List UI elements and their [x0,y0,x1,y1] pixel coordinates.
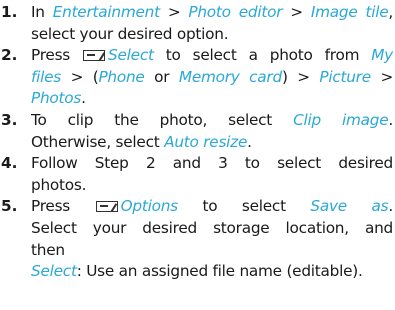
step-line: photos. [31,175,393,197]
step-number: 1. [1,3,18,21]
step-line: then [31,240,393,262]
step-text: to select a photo from [153,46,372,65]
step-line: files > (Phone or Memory card) > Picture… [31,67,393,89]
step-text: To clip the photo, select [31,110,294,129]
step-text: > [159,3,189,21]
step-text: > ( [61,67,99,86]
step-line: Otherwise, select Auto resize. [31,132,393,154]
step-item: 2. Press Select to select a photo from My… [0,45,393,110]
menu-path-term: Entertainment [52,3,160,21]
menu-path-term: Photo editor [188,3,283,21]
step-number: 3. [1,110,18,129]
step-text: : Use an assigned file name (editable). [76,262,363,281]
step-line: Press Select to select a photo from My [31,45,393,67]
step-text: to select [177,197,311,216]
menu-path-term: Memory card [178,67,282,86]
menu-path-term: Auto resize [164,132,248,151]
menu-path-term: Clip image [293,110,389,129]
step-text: photos. [31,175,87,194]
step-text: select your desired option. [31,24,229,43]
menu-path-term: Options [120,197,179,216]
step-item: 5. Press Options to select Save as. Select… [0,196,393,282]
step-number: 5. [1,197,18,216]
step-line: select your desired option. [31,24,393,46]
step-text: , [388,3,394,21]
step-text: Press [31,46,83,65]
step-text: . [388,110,394,129]
menu-path-term: Picture [319,67,371,86]
step-text: Follow Step 2 and 3 to select desired [31,154,393,173]
menu-path-term: files [31,67,62,86]
step-line: Press Options to select Save as. [31,196,393,218]
step-number: 4. [1,154,18,173]
menu-path-term: Select [108,46,154,65]
menu-path-term: Select [31,262,77,281]
step-line: Photos. [31,88,393,110]
step-line: Select: Use an assigned file name (edita… [31,261,393,283]
step-line: In Entertainment > Photo editor > Image … [31,2,393,24]
step-item: 1. In Entertainment > Photo editor > Imag… [0,2,393,45]
menu-path-term: Phone [98,67,145,86]
step-text: Press [31,197,95,216]
menu-path-term: My [371,46,393,65]
softkey-icon [95,201,118,213]
step-text: ) > [281,67,320,86]
instruction-steps: 1. In Entertainment > Photo editor > Imag… [0,2,393,283]
menu-path-term: Photos [31,89,82,108]
step-text: . [388,197,393,216]
menu-path-term: Save as [310,197,389,216]
step-text: . [247,132,252,151]
step-text: > [282,3,311,21]
step-text: Select your desired storage location, an… [31,218,393,237]
step-text: . [81,89,86,108]
step-number: 2. [1,46,18,65]
menu-path-term: Image tile [310,3,389,21]
step-text: > [370,67,394,86]
step-text: Otherwise, select [31,132,165,151]
step-line: Follow Step 2 and 3 to select desired [31,153,393,175]
step-item: 4. Follow Step 2 and 3 to select desired p… [0,153,393,196]
step-item: 3. To clip the photo, select Clip image. O… [0,110,393,153]
step-text: In [31,3,53,21]
step-line: Select your desired storage location, an… [31,218,393,240]
step-line: To clip the photo, select Clip image. [31,110,393,132]
step-text: then [31,240,65,259]
step-text: or [144,67,179,86]
softkey-icon [83,50,106,62]
